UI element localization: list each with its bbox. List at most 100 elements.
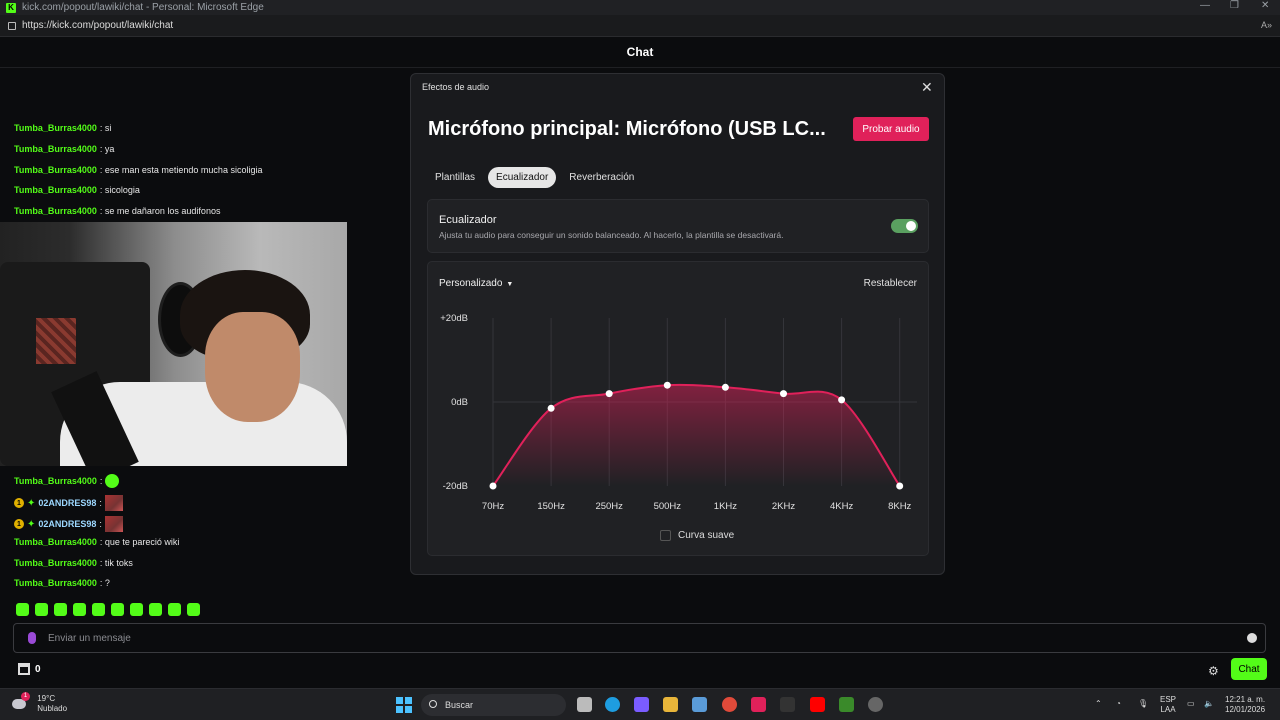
chrome-icon[interactable] — [722, 697, 737, 712]
tab-templates[interactable]: Plantillas — [427, 167, 483, 188]
taskbar-search[interactable]: Buscar — [421, 694, 566, 716]
reset-button[interactable]: Restablecer — [864, 278, 917, 289]
kick-favicon-icon: K — [6, 2, 16, 13]
emoji-icon[interactable] — [1247, 633, 1257, 643]
address-bar[interactable]: https://kick.com/popout/lawiki/chat A» — [0, 15, 1280, 37]
clock[interactable]: 12:21 a. m. 12/01/2026 — [1225, 695, 1265, 715]
tab-equalizer[interactable]: Ecualizador — [488, 167, 557, 188]
gem-badge-icon[interactable]: ✦ — [27, 519, 35, 530]
youtube-icon[interactable] — [810, 697, 825, 712]
chat-message: Tumba_Burras4000: ese man esta metiendo … — [14, 165, 262, 175]
caret-down-icon: ▼ — [506, 281, 514, 288]
smooth-curve-checkbox[interactable] — [660, 530, 671, 541]
eq-band-handle-2KHz[interactable] — [780, 390, 787, 398]
chat-emote-icon[interactable] — [104, 495, 123, 511]
windows-start-icon[interactable] — [396, 697, 412, 713]
task-view-icon[interactable] — [577, 697, 592, 712]
volume-icon[interactable]: 🔈 — [1204, 699, 1214, 709]
language-indicator[interactable]: ESP LAA — [1160, 695, 1176, 715]
windows-taskbar: 19°C Nublado 1 Buscar ⌃ ◔ 🎙 ESP LAA ▭ 🔈 12… — [0, 688, 1280, 720]
close-modal-icon[interactable]: ✕ — [921, 79, 933, 96]
close-window-icon[interactable]: ✕ — [1261, 0, 1269, 11]
chat-username[interactable]: Tumba_Burras4000 — [14, 144, 97, 154]
file-explorer-icon[interactable] — [663, 697, 678, 712]
chat-username[interactable]: Tumba_Burras4000 — [14, 578, 97, 588]
smooth-curve-option[interactable]: Curva suave — [660, 530, 734, 541]
chat-username[interactable]: 02ANDRES98 — [38, 498, 96, 508]
emote-icon[interactable] — [35, 603, 48, 616]
eq-band-handle-250Hz[interactable] — [605, 390, 613, 398]
send-chat-button[interactable]: Chat — [1231, 658, 1267, 680]
eq-band-handle-8KHz[interactable] — [896, 482, 904, 490]
emote-icon[interactable] — [149, 603, 162, 616]
gem-badge-icon[interactable]: ✦ — [27, 498, 35, 509]
network-icon[interactable]: ◔ — [1116, 699, 1121, 709]
display-icon[interactable]: ▭ — [1187, 699, 1195, 709]
audio-effects-modal: Efectos de audio ✕ Micrófono principal: … — [410, 73, 945, 575]
chat-username[interactable]: Tumba_Burras4000 — [14, 185, 97, 195]
eq-band-handle-70Hz[interactable] — [489, 482, 497, 490]
chat-username[interactable]: Tumba_Burras4000 — [14, 537, 97, 547]
eq-band-handle-4KHz[interactable] — [838, 396, 846, 404]
clock-time: 12:21 a. m. — [1225, 695, 1266, 704]
x-tick-label: 250Hz — [595, 501, 623, 512]
eq-band-handle-500Hz[interactable] — [663, 381, 671, 389]
edge-icon[interactable] — [605, 697, 620, 712]
read-aloud-icon[interactable]: A» — [1261, 20, 1272, 30]
preset-label: Personalizado — [439, 278, 503, 289]
equalizer-chart[interactable]: +20dB 0dB -20dB 70Hz 150Hz 250Hz 500Hz 1KHz 2KHz… — [428, 302, 930, 522]
chat-username[interactable]: Tumba_Burras4000 — [14, 558, 97, 568]
eq-band-handle-150Hz[interactable] — [547, 404, 555, 412]
chat-emote-icon[interactable] — [105, 474, 120, 488]
tm-app-icon[interactable] — [780, 697, 795, 712]
chat-username[interactable]: Tumba_Burras4000 — [14, 123, 97, 133]
microphone-heading: Micrófono principal: Micrófono (USB LC..… — [428, 118, 826, 140]
chat-bottom-bar: 0 ⚙ Chat — [0, 656, 1280, 686]
search-icon — [429, 700, 437, 708]
x-tick-label: 70Hz — [482, 501, 504, 512]
equalizer-toggle[interactable] — [891, 219, 918, 233]
emote-icon[interactable] — [16, 603, 29, 616]
url-text[interactable]: https://kick.com/popout/lawiki/chat — [22, 20, 173, 31]
chat-message-text: : si — [99, 123, 112, 133]
y-tick-label: -20dB — [443, 481, 468, 492]
mic-tray-icon[interactable]: 🎙 — [1138, 699, 1148, 709]
tiktok-icon[interactable] — [751, 697, 766, 712]
test-audio-button[interactable]: Probar audio — [853, 117, 929, 141]
emote-icon[interactable] — [130, 603, 143, 616]
microphone-icon[interactable] — [28, 632, 36, 644]
emote-icon[interactable] — [168, 603, 181, 616]
emote-icon[interactable] — [73, 603, 86, 616]
chat-username[interactable]: Tumba_Burras4000 — [14, 476, 97, 486]
chat-message-input[interactable]: Enviar un mensaje — [13, 623, 1266, 653]
minimize-icon[interactable]: — — [1200, 0, 1210, 11]
emote-icon[interactable] — [111, 603, 124, 616]
emote-icon[interactable] — [54, 603, 67, 616]
chat-username[interactable]: Tumba_Burras4000 — [14, 206, 97, 216]
effects-tabs: Plantillas Ecualizador Reverberación — [427, 167, 642, 188]
store-icon[interactable] — [18, 663, 30, 675]
emote-icon[interactable] — [187, 603, 200, 616]
chevron-up-icon[interactable]: ⌃ — [1095, 699, 1102, 709]
app-icon[interactable] — [868, 697, 883, 712]
chat-emote-icon[interactable] — [104, 516, 123, 532]
clock-date: 12/01/2026 — [1225, 705, 1266, 714]
chat-username[interactable]: 02ANDRES98 — [38, 519, 96, 529]
copilot-icon[interactable] — [634, 697, 649, 712]
modal-title: Efectos de audio — [422, 82, 490, 92]
subscriber-badge-icon[interactable]: 1 — [14, 498, 24, 508]
store-app-icon[interactable] — [692, 697, 707, 712]
x-tick-label: 150Hz — [537, 501, 565, 512]
minecraft-icon[interactable] — [839, 697, 854, 712]
subscriber-badge-icon[interactable]: 1 — [14, 519, 24, 529]
x-tick-label: 4KHz — [830, 501, 853, 512]
eq-band-handle-1KHz[interactable] — [721, 383, 729, 391]
weather-widget[interactable]: 19°C Nublado 1 — [12, 692, 67, 714]
restore-icon[interactable]: ❐ — [1230, 0, 1239, 11]
tab-reverb[interactable]: Reverberación — [561, 167, 642, 188]
chat-username[interactable]: Tumba_Burras4000 — [14, 165, 97, 175]
chat-message: Tumba_Burras4000: si — [14, 123, 111, 133]
emote-icon[interactable] — [92, 603, 105, 616]
preset-dropdown[interactable]: Personalizado ▼ — [439, 278, 513, 289]
settings-gear-icon[interactable]: ⚙ — [1208, 664, 1219, 678]
